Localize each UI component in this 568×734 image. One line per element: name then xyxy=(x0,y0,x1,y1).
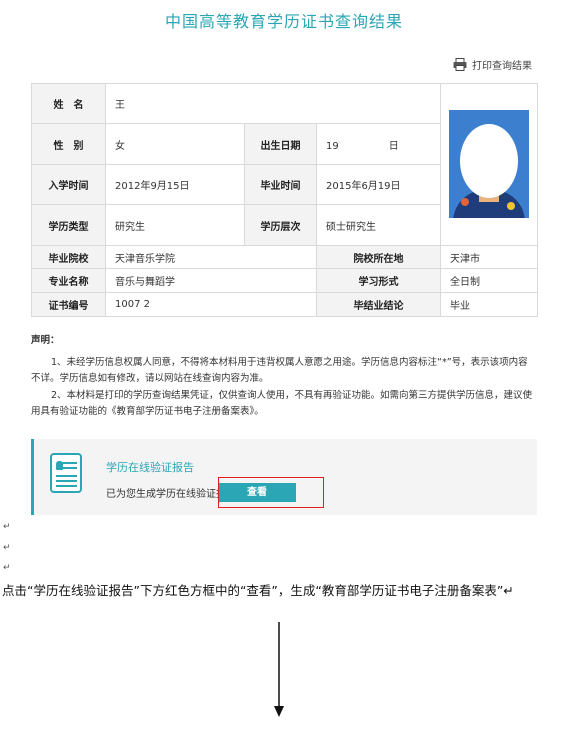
birth-value: 19 日 xyxy=(315,123,442,165)
location-value: 天津市 xyxy=(440,244,539,270)
instruction-text: 点击“学历在线验证报告”下方红色方框中的“查看”，生成“教育部学历证书电子注册备… xyxy=(2,583,514,598)
table-row: 证书编号 1007 2 毕结业结论 毕业 xyxy=(31,292,539,317)
paragraph-mark: ↵ xyxy=(3,563,11,573)
edu-level-value: 硕士研究生 xyxy=(315,204,442,246)
enroll-label: 入学时间 xyxy=(31,163,106,206)
grad-time-value: 2015年6月19日 xyxy=(315,163,442,206)
cert-no-value: 1007 2 xyxy=(105,292,317,317)
conclusion-label: 毕结业结论 xyxy=(315,292,442,317)
table-row: 专业名称 音乐与舞蹈学 学习形式 全日制 xyxy=(31,268,539,294)
statement-section: 声明： 1、未经学历信息权属人同意，不得将本材料用于违背权属人意愿之用途。学历信… xyxy=(31,333,537,421)
name-value: 王 xyxy=(104,82,442,125)
statement-paragraph-2: 2、本材料是打印的学历查询结果凭证，仅供查询人使用，不具有再验证功能。如需向第三… xyxy=(31,389,533,418)
enroll-value: 2012年9月15日 xyxy=(105,163,245,206)
statement-title: 声明： xyxy=(31,335,60,346)
verify-report-title: 学历在线验证报告 xyxy=(106,461,194,474)
edu-type-value: 研究生 xyxy=(105,204,245,246)
school-value: 天津音乐学院 xyxy=(105,244,317,270)
study-form-label: 学习形式 xyxy=(315,268,442,294)
birth-label: 出生日期 xyxy=(244,123,317,165)
student-photo xyxy=(449,110,530,219)
table-row: 姓 名 王 xyxy=(31,82,539,246)
page-title: 中国高等教育学历证书查询结果 xyxy=(164,12,403,31)
print-label: 打印查询结果 xyxy=(472,61,532,72)
major-label: 专业名称 xyxy=(31,268,106,294)
photo-cell xyxy=(440,83,539,246)
study-form-value: 全日制 xyxy=(440,268,539,294)
highlight-box xyxy=(218,477,324,508)
name-label: 姓 名 xyxy=(31,82,106,125)
statement-paragraph-1: 1、未经学历信息权属人同意，不得将本材料用于违背权属人意愿之用途。学历信息内容标… xyxy=(31,356,528,385)
gender-label: 性 别 xyxy=(31,123,106,165)
edu-level-label: 学历层次 xyxy=(244,204,317,246)
down-arrow-icon xyxy=(272,622,286,722)
grad-time-label: 毕业时间 xyxy=(244,163,317,206)
edu-type-label: 学历类型 xyxy=(31,204,106,246)
printer-icon xyxy=(453,58,467,71)
table-row: 毕业院校 天津音乐学院 院校所在地 天津市 xyxy=(31,244,539,270)
paragraph-mark: ↵ xyxy=(3,522,11,532)
location-label: 院校所在地 xyxy=(315,244,442,270)
print-button[interactable]: 打印查询结果 xyxy=(453,57,532,72)
certificate-icon xyxy=(50,453,82,493)
gender-value: 女 xyxy=(105,123,245,165)
conclusion-value: 毕业 xyxy=(440,292,539,317)
education-info-table: 姓 名 王 性 别 女 出生日期 19 日 入学时间 2012年9月15日 毕业… xyxy=(31,82,539,317)
cert-no-label: 证书编号 xyxy=(31,292,106,317)
paragraph-mark: ↵ xyxy=(3,543,11,553)
school-label: 毕业院校 xyxy=(31,244,106,270)
major-value: 音乐与舞蹈学 xyxy=(105,268,317,294)
